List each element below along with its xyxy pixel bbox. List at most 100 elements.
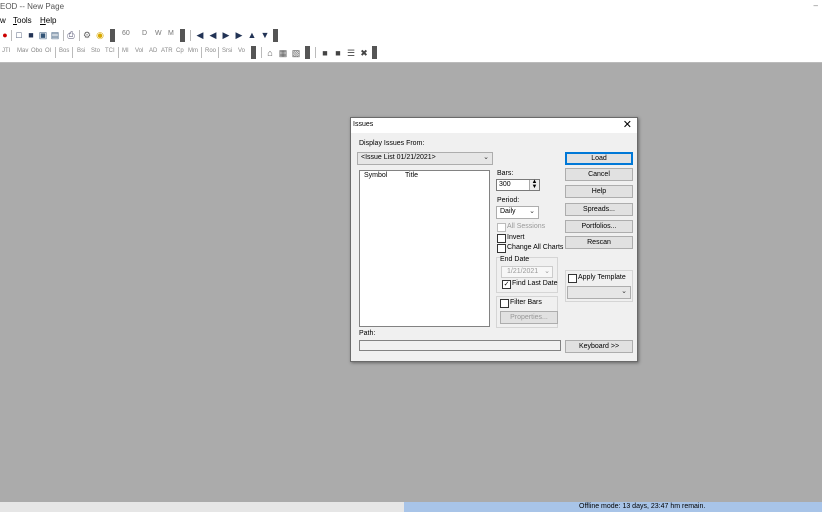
- indicator-toolbar: JTI Mav Obo Ol Bos Bsi Sto TCI MI Vol AD…: [0, 44, 822, 63]
- toolbar-grip[interactable]: [305, 46, 310, 59]
- last-bar-icon[interactable]: ▶: [234, 30, 244, 40]
- period-daily-button[interactable]: D: [142, 30, 147, 37]
- toolbar-separator: [63, 30, 64, 41]
- toolbar-grip[interactable]: [251, 46, 256, 59]
- minimize-button[interactable]: –: [814, 1, 818, 10]
- indicator-mav[interactable]: Mav: [17, 48, 28, 54]
- tile-icon[interactable]: ■: [320, 48, 330, 58]
- toolbar-grip[interactable]: [372, 46, 377, 59]
- prev-bar-icon[interactable]: ◀: [208, 30, 218, 40]
- path-field[interactable]: [359, 340, 561, 351]
- all-sessions-checkbox[interactable]: [497, 223, 506, 232]
- print-icon[interactable]: ⎙: [66, 30, 76, 40]
- bars-spinner[interactable]: 300 ▲ ▼: [496, 179, 540, 191]
- indicator-jti[interactable]: JTI: [2, 48, 10, 54]
- toolbar-separator: [79, 30, 80, 41]
- display-from-label: Display Issues From:: [359, 140, 425, 147]
- portfolios-button[interactable]: Portfolios...: [565, 220, 633, 233]
- list-view-icon[interactable]: ☰: [346, 48, 356, 58]
- menu-tools[interactable]: Tools: [13, 16, 32, 25]
- indicator-bos[interactable]: Bos: [59, 48, 69, 54]
- home-icon[interactable]: ⌂: [265, 48, 275, 58]
- load-button[interactable]: Load: [565, 152, 633, 165]
- indicator-vol[interactable]: Vol: [135, 48, 143, 54]
- keyboard-button[interactable]: Keyboard >>: [565, 340, 633, 353]
- indicator-bsi[interactable]: Bsi: [77, 48, 85, 54]
- indicator-atr[interactable]: ATR: [161, 48, 173, 54]
- issues-list[interactable]: Symbol Title: [359, 170, 490, 327]
- zoom-out-icon[interactable]: ▼: [260, 30, 270, 40]
- alert-icon[interactable]: ●: [0, 30, 10, 40]
- new-page-icon[interactable]: □: [14, 30, 24, 40]
- chart-grid-icon[interactable]: ▦: [278, 48, 288, 58]
- toolbar-separator: [11, 30, 12, 41]
- chevron-down-icon: ⌄: [621, 288, 627, 295]
- cancel-button[interactable]: Cancel: [565, 168, 633, 181]
- close-icon[interactable]: ✕: [623, 119, 632, 131]
- find-last-date-checkbox[interactable]: ✓: [502, 280, 511, 289]
- toolbar-grip[interactable]: [180, 29, 185, 42]
- toolbar-grip[interactable]: [110, 29, 115, 42]
- cascade-icon[interactable]: ■: [333, 48, 343, 58]
- help-button[interactable]: Help: [565, 185, 633, 198]
- bars-label: Bars:: [497, 170, 514, 177]
- indicator-cp[interactable]: Cp: [176, 48, 184, 54]
- period-value: Daily: [500, 208, 516, 215]
- invert-label: Invert: [507, 234, 525, 241]
- rescan-button[interactable]: Rescan: [565, 236, 633, 249]
- column-header-symbol[interactable]: Symbol: [364, 172, 387, 179]
- period-weekly-button[interactable]: W: [155, 30, 162, 37]
- invert-checkbox[interactable]: [497, 234, 506, 243]
- menu-help-rest: elp: [45, 16, 57, 25]
- window-titlebar: EOD -- New Page –: [0, 0, 822, 14]
- apply-template-label: Apply Template: [578, 274, 626, 281]
- bars-value: 300: [499, 181, 511, 188]
- settings-icon[interactable]: ⚙: [82, 30, 92, 40]
- toolbar-grip[interactable]: [273, 29, 278, 42]
- filter-bars-checkbox[interactable]: [500, 299, 509, 308]
- issue-source-dropdown[interactable]: <Issue List 01/21/2021> ⌄: [357, 152, 493, 165]
- help-bulb-icon[interactable]: ◉: [95, 30, 105, 40]
- layout-icon[interactable]: ▧: [291, 48, 301, 58]
- properties-button[interactable]: Properties...: [500, 311, 558, 324]
- apply-template-checkbox[interactable]: [568, 274, 577, 283]
- end-date-label: End Date: [500, 256, 530, 263]
- period-monthly-button[interactable]: M: [168, 30, 174, 37]
- indicator-sto[interactable]: Sto: [91, 48, 100, 54]
- menu-help[interactable]: Help: [40, 16, 56, 25]
- close-window-icon[interactable]: ✖: [359, 48, 369, 58]
- spinner-arrows-icon[interactable]: ▲ ▼: [529, 179, 539, 190]
- end-date-value: 1/21/2021: [507, 268, 539, 275]
- issues-dialog: Issues ✕ Display Issues From: <Issue Lis…: [350, 117, 638, 362]
- indicator-mi[interactable]: MI: [122, 48, 129, 54]
- offline-status-text: Offline mode: 13 days, 23:47 hm remain.: [579, 503, 706, 510]
- indicator-ol[interactable]: Ol: [45, 48, 51, 54]
- indicator-mm[interactable]: Mm: [188, 48, 198, 54]
- period-60-button[interactable]: 60: [122, 30, 130, 37]
- first-bar-icon[interactable]: ◀: [195, 30, 205, 40]
- period-label: Period:: [497, 197, 520, 204]
- chevron-down-icon: ⌄: [483, 154, 489, 161]
- issue-source-value: <Issue List 01/21/2021>: [361, 154, 436, 161]
- menu-view[interactable]: w: [0, 16, 6, 25]
- toolbar-separator: [315, 47, 316, 58]
- next-bar-icon[interactable]: ▶: [221, 30, 231, 40]
- toolbar-separator: [72, 47, 73, 58]
- indicator-ad[interactable]: AD: [149, 48, 157, 54]
- period-dropdown[interactable]: Daily ⌄: [496, 206, 539, 219]
- zoom-in-icon[interactable]: ▲: [247, 30, 257, 40]
- indicator-srsi[interactable]: Srsi: [222, 48, 232, 54]
- spreads-button[interactable]: Spreads...: [565, 203, 633, 216]
- save-as-icon[interactable]: ▤: [50, 30, 60, 40]
- change-all-charts-checkbox[interactable]: [497, 244, 506, 253]
- indicator-vo[interactable]: Vo: [238, 48, 245, 54]
- template-dropdown[interactable]: ⌄: [567, 286, 631, 299]
- end-date-picker[interactable]: 1/21/2021 ⌄: [501, 266, 553, 278]
- indicator-tci[interactable]: TCI: [105, 48, 115, 54]
- open-icon[interactable]: ■: [26, 30, 36, 40]
- save-icon[interactable]: ▣: [38, 30, 48, 40]
- chevron-down-icon: ⌄: [544, 268, 550, 275]
- indicator-roo[interactable]: Roo: [205, 48, 216, 54]
- indicator-obo[interactable]: Obo: [31, 48, 42, 54]
- column-header-title[interactable]: Title: [405, 172, 418, 179]
